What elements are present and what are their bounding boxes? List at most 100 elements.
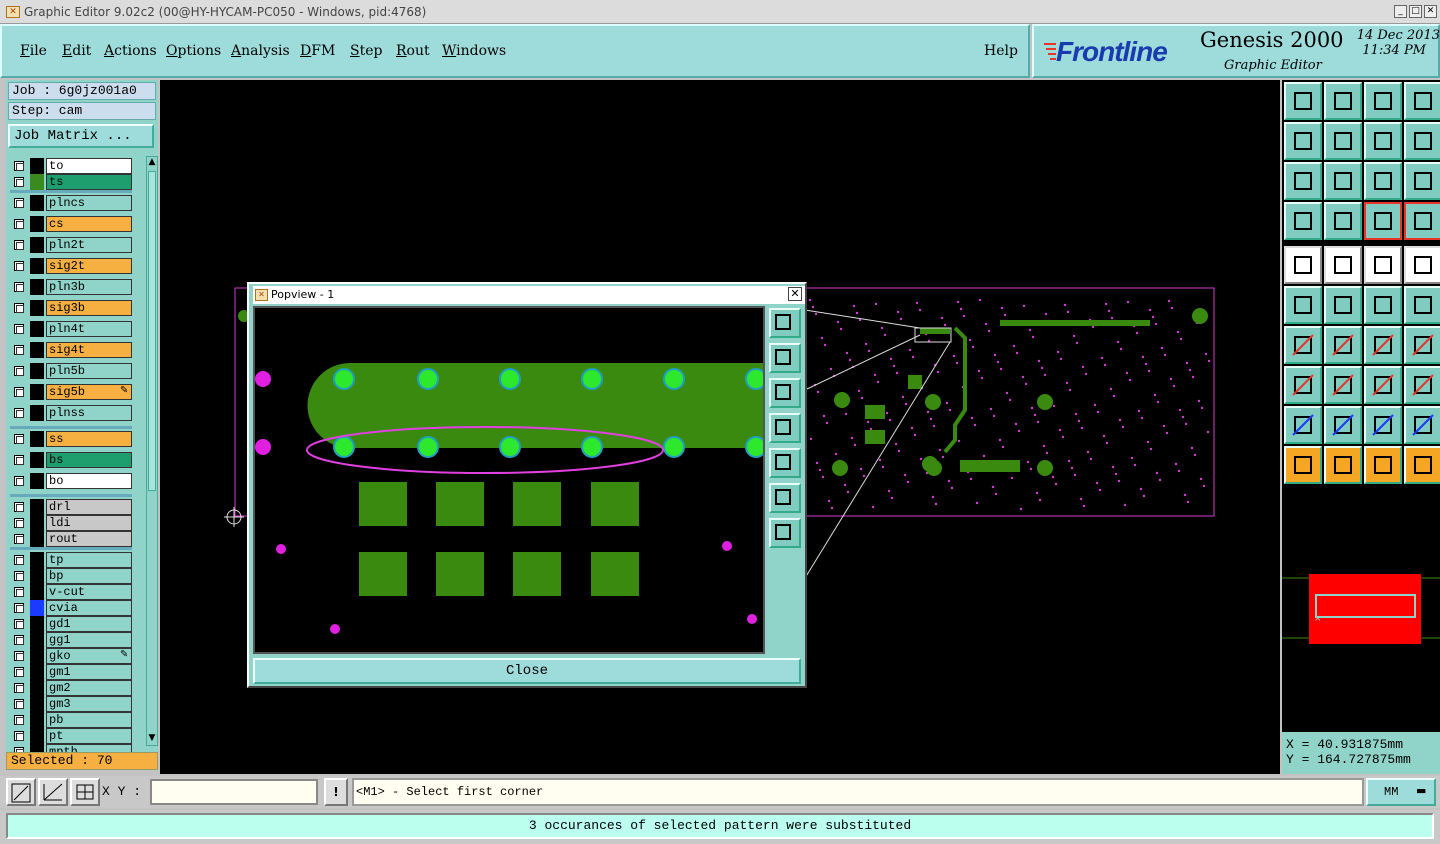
- grid-icon[interactable]: [70, 778, 100, 806]
- layer-color-swatch[interactable]: [30, 321, 44, 337]
- layer-row-sig3b[interactable]: sig3b: [10, 300, 132, 316]
- snap-icon[interactable]: [6, 778, 36, 806]
- layer-checkbox[interactable]: [14, 555, 24, 565]
- popview-canvas[interactable]: [253, 306, 765, 654]
- layer-checkbox[interactable]: [14, 667, 24, 677]
- layer-name[interactable]: cs: [46, 216, 132, 232]
- pv-pan-up-icon[interactable]: [769, 343, 801, 373]
- layer-color-swatch[interactable]: [30, 568, 44, 584]
- layer-checkbox[interactable]: [14, 571, 24, 581]
- layer-row-plnss[interactable]: plnss: [10, 405, 132, 421]
- layer-row-pln2t[interactable]: pln2t: [10, 237, 132, 253]
- page-top-icon[interactable]: [1284, 82, 1322, 120]
- layer-color-swatch[interactable]: [30, 363, 44, 379]
- menu-edit[interactable]: Edit: [62, 43, 91, 59]
- resize-icon[interactable]: [1404, 326, 1440, 364]
- net-icon[interactable]: [1284, 286, 1322, 324]
- layer-checkbox[interactable]: [14, 731, 24, 741]
- grid-view-icon[interactable]: [1324, 202, 1362, 240]
- redraw-icon[interactable]: [1404, 122, 1440, 160]
- layer-name[interactable]: ts: [46, 174, 132, 190]
- shapes-icon[interactable]: [1404, 366, 1440, 404]
- triangle-blue-icon[interactable]: [1324, 406, 1362, 444]
- scroll-thumb[interactable]: [148, 171, 156, 491]
- layer-row-ts[interactable]: ts: [10, 174, 132, 190]
- scale-1to2-icon[interactable]: [1364, 162, 1402, 200]
- layer-name[interactable]: drl: [46, 499, 132, 515]
- move-line-icon[interactable]: [1324, 366, 1362, 404]
- layer-name[interactable]: sig2t: [46, 258, 132, 274]
- layer-row-rout[interactable]: rout: [10, 531, 132, 547]
- circle-icon[interactable]: [1404, 246, 1440, 284]
- layer-name[interactable]: plnss: [46, 405, 132, 421]
- layer-color-swatch[interactable]: [30, 431, 44, 447]
- layer-color-swatch[interactable]: [30, 342, 44, 358]
- home-icon[interactable]: [1364, 82, 1402, 120]
- layer-name[interactable]: cvia: [46, 600, 132, 616]
- layer-color-swatch[interactable]: [30, 452, 44, 468]
- layer-color-swatch[interactable]: [30, 664, 44, 680]
- layer-checkbox[interactable]: [14, 683, 24, 693]
- menu-rout[interactable]: Rout: [396, 43, 430, 59]
- layer-row-plncs[interactable]: plncs: [10, 195, 132, 211]
- layer-checkbox[interactable]: [14, 518, 24, 528]
- layer-color-swatch[interactable]: [30, 584, 44, 600]
- triangle-red-icon[interactable]: [1284, 406, 1322, 444]
- layer-row-gm1[interactable]: gm1: [10, 664, 132, 680]
- layer-checkbox[interactable]: [14, 324, 24, 334]
- layer-color-swatch[interactable]: [30, 728, 44, 744]
- layer-name[interactable]: v-cut: [46, 584, 132, 600]
- alert-icon[interactable]: !: [324, 778, 348, 806]
- pv-pan-left-icon[interactable]: [769, 413, 801, 443]
- layer-color-swatch[interactable]: [30, 696, 44, 712]
- arc-icon[interactable]: [1364, 326, 1402, 364]
- layer-name[interactable]: bo: [46, 473, 132, 489]
- layer-checkbox[interactable]: [14, 261, 24, 271]
- layer-checkbox[interactable]: [14, 635, 24, 645]
- menu-help[interactable]: Help: [984, 43, 1018, 59]
- layer-row-cs[interactable]: cs: [10, 216, 132, 232]
- pad-select-icon[interactable]: [1284, 246, 1322, 284]
- layer-row-sig5b[interactable]: sig5b ✎: [10, 384, 132, 400]
- unit-select[interactable]: MM ▬: [1366, 778, 1436, 806]
- menu-options[interactable]: Options: [166, 43, 221, 59]
- tools-icon[interactable]: [1284, 202, 1322, 240]
- layer-color-swatch[interactable]: [30, 648, 44, 664]
- layer-row-to[interactable]: to: [10, 158, 132, 174]
- connect-red2-icon[interactable]: [1404, 202, 1440, 240]
- slash-line-icon[interactable]: [1324, 326, 1362, 364]
- close-window-icon[interactable]: ✕: [1424, 5, 1437, 18]
- layer-color-swatch[interactable]: [30, 552, 44, 568]
- line-red-icon[interactable]: [1404, 286, 1440, 324]
- layer-name[interactable]: ss: [46, 431, 132, 447]
- layer-name[interactable]: pln3b: [46, 279, 132, 295]
- layer-name[interactable]: pln5b: [46, 363, 132, 379]
- layer-row-pt[interactable]: pt: [10, 728, 132, 744]
- layer-color-swatch[interactable]: [30, 600, 44, 616]
- layer-checkbox[interactable]: [14, 303, 24, 313]
- layer-row-pln3b[interactable]: pln3b: [10, 279, 132, 295]
- layer-checkbox[interactable]: [14, 476, 24, 486]
- split-view-icon[interactable]: [1404, 82, 1440, 120]
- layer-name[interactable]: pb: [46, 712, 132, 728]
- close-button[interactable]: Close: [253, 658, 801, 684]
- layer-name[interactable]: pt: [46, 728, 132, 744]
- undo-icon[interactable]: [1364, 122, 1402, 160]
- layer-color-swatch[interactable]: [30, 405, 44, 421]
- measure-icon[interactable]: [38, 778, 68, 806]
- layer-color-swatch[interactable]: [30, 195, 44, 211]
- pointer-diamond-icon[interactable]: [1364, 446, 1402, 484]
- layer-checkbox[interactable]: [14, 366, 24, 376]
- layer-row-pln5b[interactable]: pln5b: [10, 363, 132, 379]
- layer-checkbox[interactable]: [14, 651, 24, 661]
- layer-color-swatch[interactable]: [30, 174, 44, 190]
- page-down-icon[interactable]: [1324, 82, 1362, 120]
- layer-color-swatch[interactable]: [30, 616, 44, 632]
- zoom-fit-icon[interactable]: [1284, 162, 1322, 200]
- menu-analysis[interactable]: Analysis: [231, 43, 290, 59]
- layer-row-sig4t[interactable]: sig4t: [10, 342, 132, 358]
- layer-row-bo[interactable]: bo: [10, 473, 132, 489]
- layer-checkbox[interactable]: [14, 282, 24, 292]
- layer-name[interactable]: gd1: [46, 616, 132, 632]
- page-left-icon[interactable]: [1284, 122, 1322, 160]
